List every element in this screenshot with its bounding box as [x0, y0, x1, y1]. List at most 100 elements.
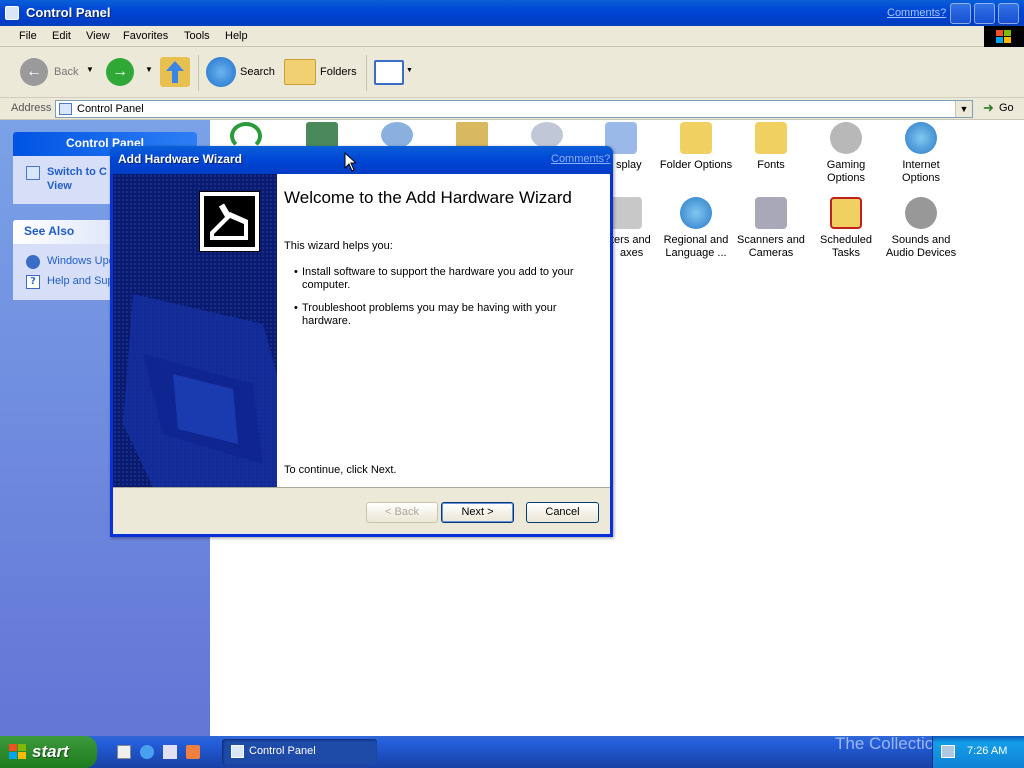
menu-tools[interactable]: Tools [184, 30, 210, 42]
wizard-heading: Welcome to the Add Hardware Wizard [284, 188, 572, 207]
regional-language-item[interactable]: Regional and Language ... [655, 197, 737, 260]
menu-file[interactable]: File [19, 30, 37, 42]
go-arrow-icon[interactable]: ➜ [983, 100, 994, 116]
switch-view-link[interactable]: Switch to C [47, 166, 107, 178]
folder-options-item[interactable]: Folder Options [655, 122, 737, 172]
start-label: start [32, 742, 69, 761]
taskbar-task-label: Control Panel [249, 745, 316, 757]
toolbar-separator [366, 55, 367, 91]
views-icon[interactable] [374, 60, 404, 85]
internet-options-item[interactable]: Internet Options [880, 122, 962, 185]
back-dropdown-icon[interactable]: ▼ [86, 65, 94, 74]
wizard-intro: This wizard helps you: [284, 240, 393, 252]
scheduled-tasks-label: Scheduled [820, 234, 872, 246]
help-support-link[interactable]: Help and Sup [47, 275, 114, 287]
window-titlebar[interactable]: Control Panel Comments? [0, 0, 1024, 26]
clock[interactable]: 7:26 AM [967, 745, 1007, 757]
sounds-audio-item[interactable]: Sounds and Audio Devices [880, 197, 962, 260]
bullet-troubleshoot-line1: Troubleshoot problems you may be having … [302, 302, 557, 314]
taskbar: start Control Panel The Collection Book … [0, 734, 1024, 768]
scanners-label: Scanners and [737, 234, 805, 246]
folder-options-label: Folder Options [659, 159, 733, 171]
quicklaunch-desktop-icon[interactable] [117, 745, 131, 759]
quicklaunch-ie-icon[interactable] [140, 745, 154, 759]
bullet-troubleshoot-line2: hardware. [302, 315, 351, 327]
windows-flag-icon [9, 744, 26, 759]
wizard-titlebar[interactable]: Add Hardware Wizard Comments? [110, 146, 613, 174]
address-value: Control Panel [77, 103, 144, 115]
search-icon[interactable] [206, 57, 236, 87]
switch-view-icon[interactable] [26, 166, 40, 180]
fonts-item[interactable]: Fonts [730, 122, 812, 172]
internet-options-label: Internet [902, 159, 940, 171]
regional-label-line2: Language ... [665, 247, 727, 259]
speaker-icon [905, 197, 937, 229]
wizard-continue-text: To continue, click Next. [284, 464, 397, 476]
scheduled-tasks-item[interactable]: Scheduled Tasks [805, 197, 887, 260]
comments-link[interactable]: Comments? [887, 7, 946, 19]
close-button[interactable] [998, 3, 1019, 24]
wizard-content: Welcome to the Add Hardware Wizard This … [277, 174, 610, 487]
wizard-back-button[interactable]: < Back [366, 502, 438, 523]
forward-arrow-icon[interactable]: → [106, 58, 134, 86]
window-title: Control Panel [26, 5, 111, 20]
control-panel-icon [59, 103, 72, 115]
forward-dropdown-icon[interactable]: ▼ [145, 65, 153, 74]
joystick-icon [830, 122, 862, 154]
wizard-divider [113, 487, 610, 488]
bullet-install-line2: computer. [302, 279, 351, 291]
switch-view-link-line2[interactable]: View [47, 180, 72, 192]
back-arrow-icon[interactable]: ← [20, 58, 48, 86]
search-label[interactable]: Search [240, 66, 275, 78]
wizard-cancel-button[interactable]: Cancel [526, 502, 599, 523]
quicklaunch-media-icon[interactable] [186, 745, 200, 759]
globe-icon [680, 197, 712, 229]
scanners-cameras-item[interactable]: Scanners and Cameras [730, 197, 812, 260]
bullet-icon: • [294, 266, 298, 278]
start-button[interactable]: start [0, 736, 97, 768]
quicklaunch-explorer-icon[interactable] [163, 745, 177, 759]
system-tray: 7:26 AM [932, 736, 1024, 768]
up-folder-icon[interactable] [160, 57, 190, 87]
regional-label: Regional and [663, 234, 729, 246]
internet-options-label-line2: Options [902, 172, 940, 184]
menu-bar: File Edit View Favorites Tools Help [0, 26, 984, 47]
add-remove-programs-icon[interactable] [381, 122, 413, 148]
fonts-label: Fonts [757, 159, 785, 171]
folders-label[interactable]: Folders [320, 66, 357, 78]
toolbar: ← Back ▼ → ▼ Search Folders ▼ [0, 47, 1024, 98]
wizard-next-button[interactable]: Next > [441, 502, 514, 523]
sounds-label: Sounds and [891, 234, 951, 246]
gaming-options-item[interactable]: Gaming Options [805, 122, 887, 185]
back-label[interactable]: Back [54, 66, 78, 78]
add-hardware-icon[interactable] [306, 122, 338, 148]
tray-hardware-icon[interactable] [941, 745, 955, 758]
windows-update-link[interactable]: Windows Upd [47, 255, 115, 267]
address-field[interactable]: Control Panel ▼ [55, 100, 973, 118]
address-dropdown-icon[interactable]: ▼ [955, 101, 972, 117]
hardware-icon [199, 191, 260, 252]
toolbar-separator [198, 55, 199, 91]
wizard-comments-link[interactable]: Comments? [551, 153, 610, 165]
menu-edit[interactable]: Edit [52, 30, 71, 42]
minimize-button[interactable] [950, 3, 971, 24]
address-bar: Address Control Panel ▼ ➜ Go [0, 98, 1024, 120]
menu-favorites[interactable]: Favorites [123, 30, 168, 42]
control-panel-icon [5, 6, 19, 20]
scanners-label-line2: Cameras [748, 247, 794, 259]
globe-icon [905, 122, 937, 154]
fonts-icon [755, 122, 787, 154]
mouse-cursor-icon [344, 152, 356, 172]
menu-view[interactable]: View [86, 30, 110, 42]
go-button[interactable]: Go [999, 102, 1014, 114]
folders-icon[interactable] [284, 59, 316, 85]
menu-help[interactable]: Help [225, 30, 248, 42]
admin-tools-icon[interactable] [456, 122, 488, 148]
views-dropdown-icon[interactable]: ▼ [406, 67, 413, 74]
taskbar-control-panel-button[interactable]: Control Panel [222, 739, 377, 765]
date-time-icon[interactable] [531, 122, 563, 148]
maximize-button[interactable] [974, 3, 995, 24]
wizard-bullet-install: • Install software to support the hardwa… [294, 266, 574, 292]
scheduled-tasks-label-line2: Tasks [831, 247, 861, 259]
bullet-icon: • [294, 302, 298, 314]
